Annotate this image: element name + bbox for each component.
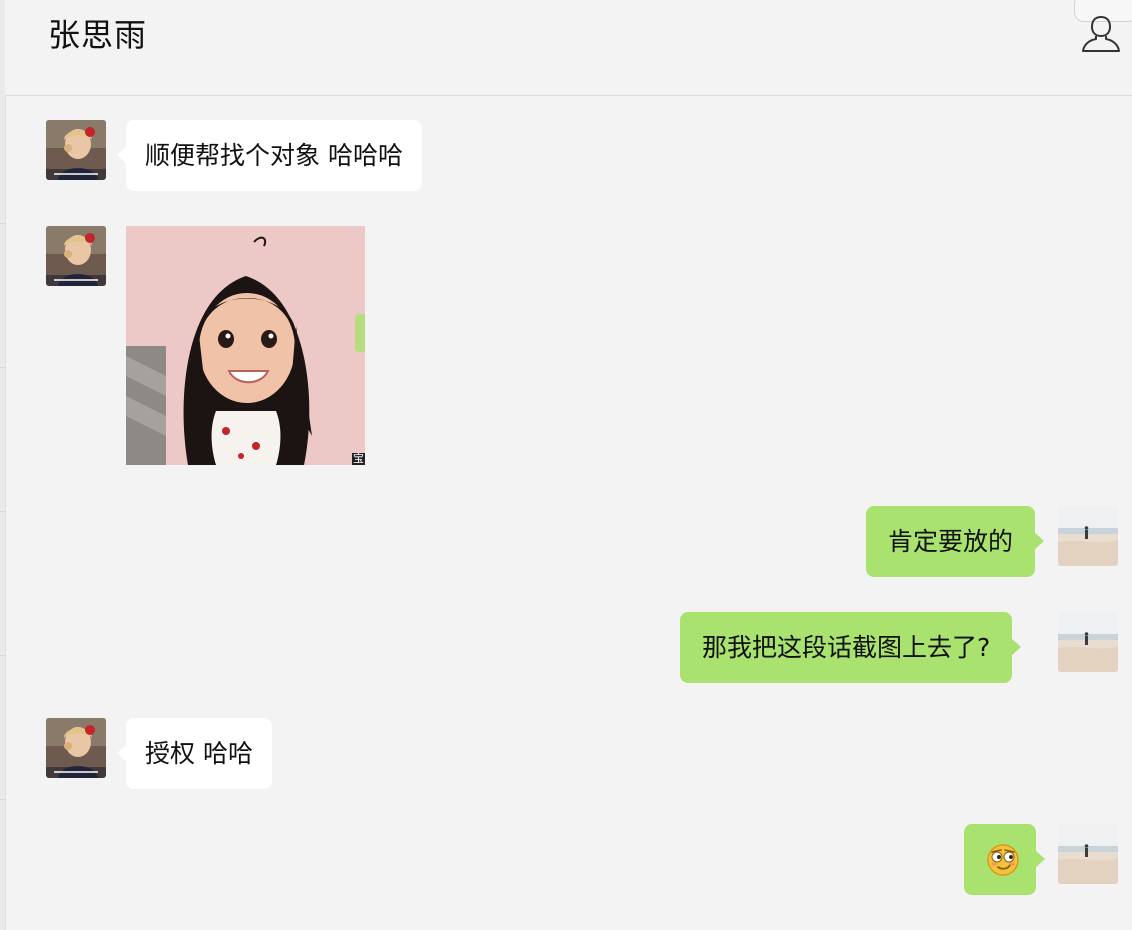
contact-avatar[interactable] xyxy=(46,718,106,778)
contact-info-icon[interactable] xyxy=(1080,13,1122,55)
contact-avatar[interactable] xyxy=(46,226,106,286)
message-text: 顺便帮找个对象 哈哈哈 xyxy=(145,141,403,170)
message-bubble-incoming[interactable]: 顺便帮找个对象 哈哈哈 xyxy=(117,120,422,191)
message-bubble-outgoing[interactable]: 肯定要放的 xyxy=(866,506,1045,577)
my-avatar[interactable] xyxy=(1058,506,1118,566)
message-text: 授权 哈哈 xyxy=(145,739,253,768)
contact-avatar[interactable] xyxy=(46,120,106,180)
message-bubble-incoming[interactable]: 授权 哈哈 xyxy=(117,718,272,789)
message-bubble-outgoing[interactable]: 那我把这段话截图上去了? xyxy=(680,612,1022,683)
image-watermark: 宝 xyxy=(352,452,365,465)
message-bubble-outgoing[interactable] xyxy=(964,824,1045,895)
message-list[interactable]: 顺便帮找个对象 哈哈哈 宝 肯定要放的 那我把这段话截图上去了? 授权 哈哈 xyxy=(5,96,1132,930)
smirk-face-emoji-icon xyxy=(987,844,1019,887)
message-text: 肯定要放的 xyxy=(888,527,1014,556)
message-text: 那我把这段话截图上去了? xyxy=(702,633,991,662)
image-message[interactable]: 宝 xyxy=(126,226,365,465)
chat-title: 张思雨 xyxy=(48,16,148,54)
chat-header: 张思雨 xyxy=(5,0,1132,96)
chat-window: 张思雨 顺便帮找个对象 哈哈哈 宝 肯定要放的 那我把这段话截图上去了? 授权 … xyxy=(0,0,1132,930)
partial-bubble-edge xyxy=(355,314,365,352)
my-avatar[interactable] xyxy=(1058,612,1118,672)
my-avatar[interactable] xyxy=(1058,824,1118,884)
